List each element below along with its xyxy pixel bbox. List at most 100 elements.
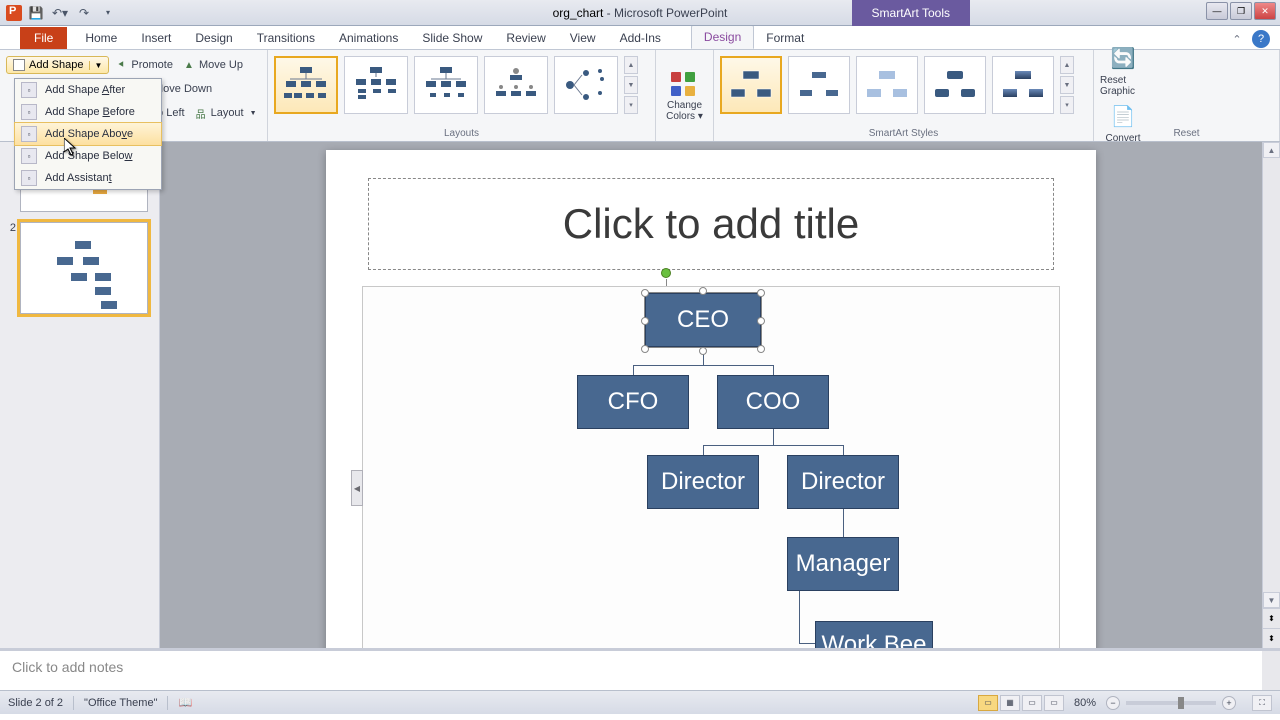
scroll-down-icon[interactable]: ▼ bbox=[1263, 592, 1280, 608]
change-colors-button[interactable] bbox=[669, 72, 701, 100]
layout-option-1[interactable] bbox=[274, 56, 338, 114]
style-option-5[interactable] bbox=[992, 56, 1054, 114]
add-shape-label: Add Shape bbox=[29, 59, 83, 71]
scroll-up-icon[interactable]: ▲ bbox=[1263, 142, 1280, 158]
layout-option-4[interactable] bbox=[484, 56, 548, 114]
slide-thumbnail-2[interactable] bbox=[20, 222, 148, 314]
dd-add-shape-after[interactable]: ▫Add Shape After bbox=[15, 79, 161, 101]
node-cfo[interactable]: CFO bbox=[577, 375, 689, 429]
contextual-tab-header: SmartArt Tools bbox=[852, 0, 970, 26]
reset-icon: 🔄 bbox=[1107, 43, 1139, 75]
app-icon[interactable] bbox=[6, 5, 22, 21]
add-shape-button[interactable]: Add Shape ▼ bbox=[6, 56, 109, 74]
layout-icon: 品 bbox=[195, 107, 207, 119]
save-icon[interactable]: 💾 bbox=[26, 3, 46, 23]
node-coo[interactable]: COO bbox=[717, 375, 829, 429]
shape-below-icon: ▫ bbox=[21, 148, 37, 164]
move-up-button[interactable]: ▲Move Up bbox=[179, 57, 247, 73]
minimize-button[interactable]: — bbox=[1206, 2, 1228, 20]
tab-smartart-format[interactable]: Format bbox=[754, 27, 816, 49]
reading-view-button[interactable]: ▭ bbox=[1022, 695, 1042, 711]
move-up-icon: ▲ bbox=[183, 59, 195, 71]
window-title: org_chart - Microsoft PowerPoint bbox=[553, 6, 728, 20]
change-colors-label: Change Colors ▾ bbox=[662, 100, 707, 122]
next-slide-icon[interactable]: ⬍ bbox=[1263, 628, 1280, 648]
styles-label: SmartArt Styles bbox=[714, 128, 1093, 139]
change-colors-group: Change Colors ▾ bbox=[656, 50, 714, 141]
dd-add-shape-before[interactable]: ▫Add Shape Before bbox=[15, 101, 161, 123]
vertical-scrollbar[interactable]: ▲ ▼ ⬍ ⬍ bbox=[1262, 142, 1280, 648]
layout-button[interactable]: 品Layout▼ bbox=[191, 105, 261, 121]
undo-icon[interactable]: ↶▾ bbox=[50, 3, 70, 23]
tab-file[interactable]: File bbox=[20, 27, 67, 49]
gallery-down-icon[interactable]: ▼ bbox=[624, 76, 638, 94]
fit-to-window-button[interactable]: ⛶ bbox=[1252, 695, 1272, 711]
shape-after-icon: ▫ bbox=[21, 82, 37, 98]
prev-slide-icon[interactable]: ⬍ bbox=[1263, 608, 1280, 628]
gallery-up-icon[interactable]: ▲ bbox=[624, 56, 638, 74]
zoom-slider[interactable] bbox=[1126, 701, 1216, 705]
zoom-in-button[interactable]: + bbox=[1222, 696, 1236, 710]
tab-addins[interactable]: Add-Ins bbox=[608, 27, 673, 49]
reset-group: 🔄 Reset Graphic 📄 Convert▼ Reset bbox=[1094, 50, 1280, 141]
dd-add-shape-above[interactable]: ▫Add Shape Above bbox=[14, 122, 162, 146]
tab-view[interactable]: View bbox=[558, 27, 608, 49]
gallery-more-icon[interactable]: ▾ bbox=[624, 96, 638, 114]
styles-group: ▲ ▼ ▾ SmartArt Styles bbox=[714, 50, 1094, 141]
tab-slide-show[interactable]: Slide Show bbox=[410, 27, 494, 49]
shape-before-icon: ▫ bbox=[21, 104, 37, 120]
chevron-down-icon[interactable]: ▼ bbox=[89, 61, 102, 70]
tab-smartart-design[interactable]: Design bbox=[691, 25, 754, 49]
style-gallery-up-icon[interactable]: ▲ bbox=[1060, 56, 1074, 74]
help-icon[interactable]: ? bbox=[1252, 30, 1270, 48]
slideshow-view-button[interactable]: ▭ bbox=[1044, 695, 1064, 711]
style-option-3[interactable] bbox=[856, 56, 918, 114]
redo-icon[interactable]: ↷ bbox=[74, 3, 94, 23]
style-option-2[interactable] bbox=[788, 56, 850, 114]
slide-indicator: Slide 2 of 2 bbox=[8, 697, 63, 709]
layout-option-2[interactable] bbox=[344, 56, 408, 114]
style-gallery-more-icon[interactable]: ▾ bbox=[1060, 96, 1074, 114]
layout-option-3[interactable] bbox=[414, 56, 478, 114]
close-button[interactable]: ✕ bbox=[1254, 2, 1276, 20]
node-ceo[interactable]: CEO bbox=[645, 293, 761, 347]
zoom-out-button[interactable]: − bbox=[1106, 696, 1120, 710]
tab-transitions[interactable]: Transitions bbox=[245, 27, 327, 49]
status-bar: Slide 2 of 2 "Office Theme" 📖 ▭ ▦ ▭ ▭ 80… bbox=[0, 690, 1280, 714]
reset-graphic-button[interactable]: 🔄 Reset Graphic bbox=[1100, 43, 1146, 97]
dd-add-assistant[interactable]: ▫Add Assistant bbox=[15, 167, 161, 189]
spell-check-icon[interactable]: 📖 bbox=[178, 696, 192, 709]
notes-scrollbar[interactable] bbox=[1262, 648, 1280, 690]
node-mgr[interactable]: Manager bbox=[787, 537, 899, 591]
layout-option-5[interactable] bbox=[554, 56, 618, 114]
sorter-view-button[interactable]: ▦ bbox=[1000, 695, 1020, 711]
text-pane-toggle[interactable]: ◀ bbox=[351, 470, 363, 506]
tab-design[interactable]: Design bbox=[183, 27, 244, 49]
notes-pane[interactable]: Click to add notes bbox=[0, 648, 1262, 690]
style-gallery-down-icon[interactable]: ▼ bbox=[1060, 76, 1074, 94]
node-workbee[interactable]: Work Bee bbox=[815, 621, 933, 648]
minimize-ribbon-icon[interactable]: ⌃ bbox=[1228, 30, 1246, 48]
node-dir1[interactable]: Director bbox=[647, 455, 759, 509]
smartart-container[interactable]: ◀ CEO bbox=[362, 286, 1060, 648]
dd-add-shape-below[interactable]: ▫Add Shape Below bbox=[15, 145, 161, 167]
assistant-icon: ▫ bbox=[21, 170, 37, 186]
tab-insert[interactable]: Insert bbox=[129, 27, 183, 49]
mouse-cursor bbox=[64, 138, 78, 158]
zoom-level[interactable]: 80% bbox=[1074, 697, 1096, 709]
title-placeholder[interactable]: Click to add title bbox=[368, 178, 1054, 270]
promote-button[interactable]: ⯇Promote bbox=[111, 57, 177, 73]
tab-home[interactable]: Home bbox=[73, 27, 129, 49]
style-option-4[interactable] bbox=[924, 56, 986, 114]
node-dir2[interactable]: Director bbox=[787, 455, 899, 509]
promote-icon: ⯇ bbox=[115, 59, 127, 71]
restore-button[interactable]: ❐ bbox=[1230, 2, 1252, 20]
qat-more-icon[interactable]: ▾ bbox=[98, 3, 118, 23]
normal-view-button[interactable]: ▭ bbox=[978, 695, 998, 711]
style-option-1[interactable] bbox=[720, 56, 782, 114]
theme-indicator: "Office Theme" bbox=[84, 697, 157, 709]
rotation-handle[interactable] bbox=[661, 268, 671, 278]
tab-animations[interactable]: Animations bbox=[327, 27, 410, 49]
tab-review[interactable]: Review bbox=[494, 27, 557, 49]
slide-canvas[interactable]: Click to add title ◀ bbox=[326, 150, 1096, 648]
